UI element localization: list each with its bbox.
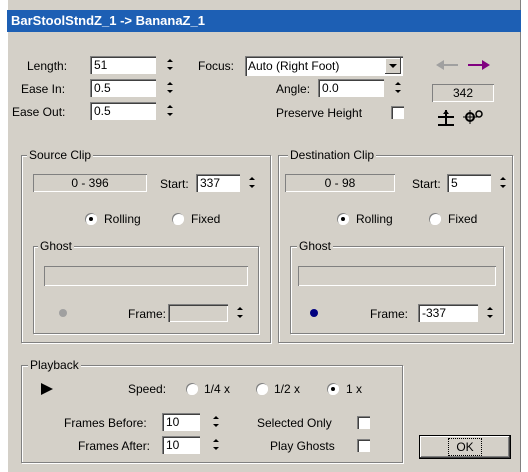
source-ghost-title: Ghost [38,239,75,253]
ease-out-spin-arrows[interactable] [164,103,176,119]
source-start-spin-arrows[interactable] [246,175,258,191]
source-start-spinner[interactable]: 337 [196,174,260,192]
ease-out-field[interactable]: 0.5 [90,102,156,120]
dest-start-field[interactable]: 5 [447,174,491,192]
dest-range: 0 - 98 [285,174,395,192]
source-frame-label: Frame: [128,307,167,321]
dest-clip-title: Destination Clip [288,148,377,162]
gears-icon[interactable] [463,108,485,126]
frames-before-field[interactable]: 10 [162,413,200,431]
speed-quarter-label: 1/4 x [204,382,231,396]
length-spin-arrows[interactable] [164,57,176,73]
frames-after-field[interactable]: 10 [162,436,200,454]
length-field[interactable]: 51 [90,56,156,74]
selected-only-label: Selected Only [257,416,332,430]
arrow-right-icon[interactable] [464,55,492,75]
frames-before-spin-arrows[interactable] [210,414,222,430]
preserve-height-label: Preserve Height [276,106,363,120]
play-ghosts-label: Play Ghosts [270,439,335,453]
dest-ghost-dot-icon [310,309,318,317]
source-rolling-label: Rolling [104,212,141,226]
source-ghost-name [44,266,248,286]
dest-rolling-label: Rolling [356,212,393,226]
angle-label: Angle: [276,82,311,96]
dest-fixed-label: Fixed [448,212,478,226]
speed-label: Speed: [128,382,167,396]
dest-ghost-name [298,266,496,286]
dest-frame-label: Frame: [370,307,409,321]
ease-in-spinner[interactable]: 0.5 [90,79,182,97]
dest-start-spinner[interactable]: 5 [447,174,511,192]
ease-out-spinner[interactable]: 0.5 [90,102,182,120]
dest-rolling-radio[interactable] [337,213,349,225]
ease-in-field[interactable]: 0.5 [90,79,156,97]
focus-value: Auto (Right Foot) [248,59,340,73]
source-fixed-label: Fixed [191,212,221,226]
selected-only-checkbox[interactable] [357,416,370,429]
speed-half-label: 1/2 x [274,382,301,396]
dest-fixed-radio[interactable] [429,213,441,225]
balance-icon[interactable] [436,108,456,128]
ok-button[interactable]: OK [420,436,510,458]
angle-spinner[interactable]: 0.0 [318,79,410,97]
source-frame-spinner[interactable] [168,304,250,322]
angle-spin-arrows[interactable] [392,80,404,96]
speed-full-label: 1 x [346,382,363,396]
speed-full-radio[interactable] [327,383,339,395]
length-label: Length: [27,59,68,73]
play-ghosts-checkbox[interactable] [357,439,370,452]
ok-button-label: OK [448,438,482,456]
play-icon[interactable] [40,382,54,396]
frames-after-label: Frames After: [78,439,151,453]
arrow-left-icon[interactable] [434,55,462,75]
length-spinner[interactable]: 51 [90,56,182,74]
ease-in-spin-arrows[interactable] [164,80,176,96]
playback-title: Playback [28,358,81,372]
speed-half-radio[interactable] [256,383,268,395]
focus-dropdown[interactable]: Auto (Right Foot) [245,56,403,76]
angle-field[interactable]: 0.0 [318,79,384,97]
source-frame-field[interactable] [168,304,228,322]
dest-start-label: Start: [412,177,441,191]
chevron-down-icon[interactable] [385,58,401,74]
dest-frame-spinner[interactable]: -337 [418,304,500,322]
source-start-label: Start: [160,177,189,191]
title-bar: BarStoolStndZ_1 -> BananaZ_1 [7,10,521,32]
source-range: 0 - 396 [33,174,147,192]
source-rolling-radio[interactable] [85,213,97,225]
speed-quarter-radio[interactable] [186,383,198,395]
dest-start-spin-arrows[interactable] [497,175,509,191]
source-frame-spin-arrows[interactable] [234,305,246,321]
focus-label: Focus: [198,59,235,73]
source-ghost-dot-icon [59,309,67,317]
dest-frame-spin-arrows[interactable] [484,305,496,321]
dest-ghost-title: Ghost [297,239,334,253]
frames-before-label: Frames Before: [64,416,147,430]
frames-after-spin-arrows[interactable] [210,437,222,453]
dest-frame-field[interactable]: -337 [418,304,478,322]
ease-in-label: Ease In: [21,82,66,96]
preserve-height-checkbox[interactable] [391,106,404,119]
source-start-field[interactable]: 337 [196,174,240,192]
ease-out-label: Ease Out: [12,105,66,119]
frame-readout: 342 [432,84,494,102]
source-clip-title: Source Clip [27,148,94,162]
frames-before-spinner[interactable]: 10 [162,413,224,431]
source-fixed-radio[interactable] [172,213,184,225]
frames-after-spinner[interactable]: 10 [162,436,224,454]
